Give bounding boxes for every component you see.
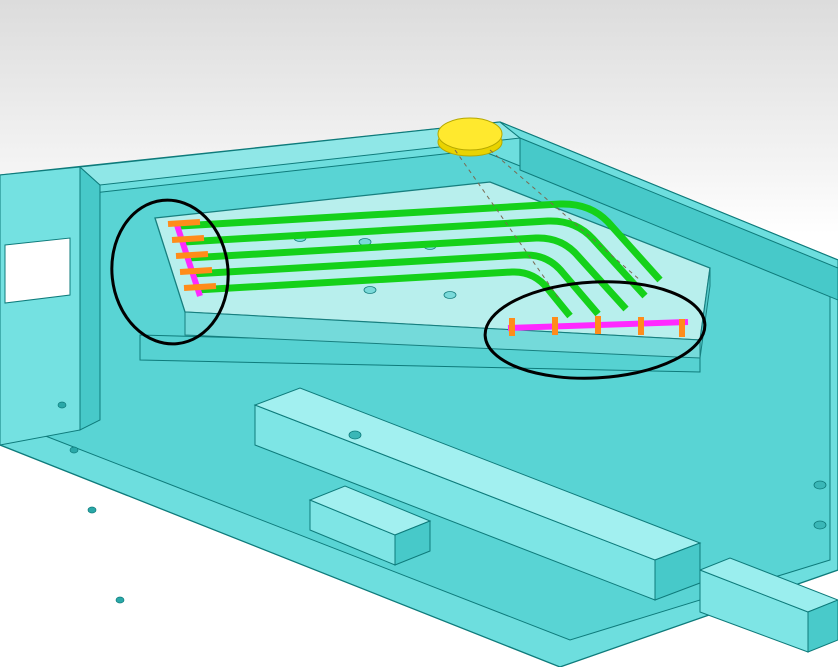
hole-icon (444, 292, 456, 299)
connector-left-4 (180, 270, 212, 272)
hole-icon (58, 402, 66, 408)
hole-icon (364, 287, 376, 294)
window-cutout (5, 238, 70, 303)
left-wall-inner (80, 167, 100, 430)
hole-icon (88, 507, 96, 513)
hole-icon (349, 431, 361, 439)
connector-left-2 (172, 238, 204, 240)
hole-icon (814, 481, 826, 489)
hole-icon (70, 447, 78, 453)
connector-left-3 (176, 254, 208, 256)
connector-left-1 (168, 222, 200, 224)
hole-icon (814, 521, 826, 529)
hole-icon (116, 597, 124, 603)
left-wall-outer (0, 167, 80, 445)
cad-viewport[interactable] (0, 0, 838, 667)
connector-left-5 (184, 286, 216, 288)
